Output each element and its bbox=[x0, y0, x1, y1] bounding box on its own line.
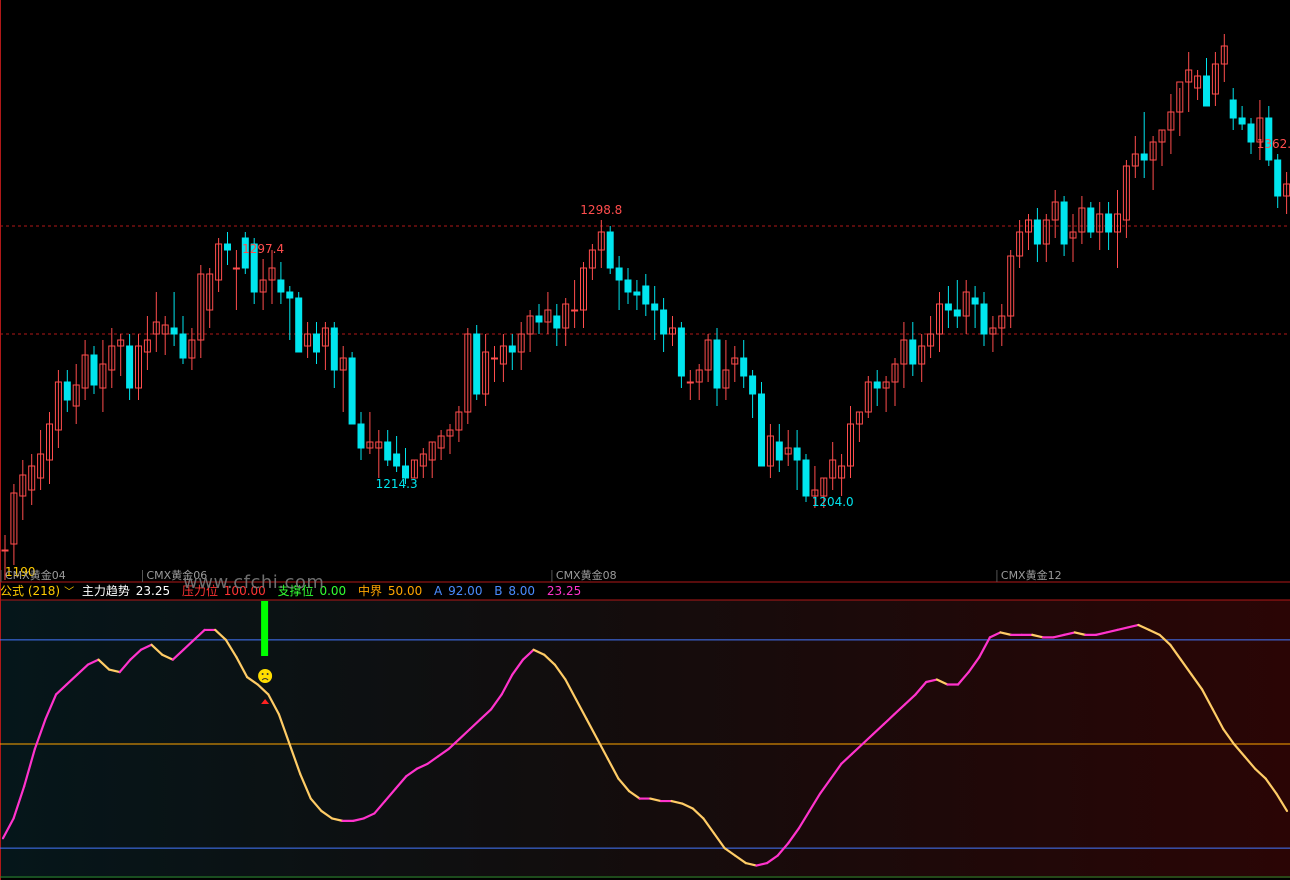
candle-body bbox=[357, 423, 365, 449]
smiley-eye bbox=[266, 673, 269, 675]
contract-label: CMX黄金04 bbox=[5, 568, 66, 582]
candle-body bbox=[971, 297, 979, 305]
candle-body bbox=[873, 381, 881, 389]
smiley-icon bbox=[258, 669, 273, 683]
a-value: 92.00 bbox=[448, 584, 483, 598]
candle-body bbox=[944, 303, 952, 311]
candle-body bbox=[1, 549, 9, 552]
b-value: 8.00 bbox=[508, 584, 536, 598]
candle-body bbox=[224, 243, 231, 251]
candle-body bbox=[313, 333, 320, 353]
candle-body bbox=[758, 393, 765, 467]
candle-body bbox=[1274, 159, 1282, 197]
candle-body bbox=[286, 291, 294, 299]
signal-bar bbox=[261, 601, 269, 656]
candle-body bbox=[980, 303, 988, 335]
candle-body bbox=[1238, 117, 1246, 125]
candle-body bbox=[953, 309, 961, 317]
candle-body bbox=[491, 357, 498, 360]
candle-body bbox=[677, 327, 685, 377]
candle-body bbox=[909, 339, 917, 365]
candle-body bbox=[126, 345, 134, 389]
price-extreme-label: 1204.0 bbox=[812, 495, 854, 509]
a-label: A bbox=[434, 584, 443, 598]
candle-body bbox=[1087, 207, 1095, 233]
candle-body bbox=[508, 345, 516, 353]
candle-body bbox=[384, 441, 392, 461]
candle-body bbox=[330, 327, 338, 371]
candle-body bbox=[170, 327, 178, 335]
candle-body bbox=[793, 447, 801, 461]
price-extreme-label: 1214.3 bbox=[376, 477, 418, 491]
watermark-text: www.cfchi.com bbox=[183, 572, 325, 593]
candle-body bbox=[571, 309, 579, 312]
candle-body bbox=[802, 459, 810, 497]
candle-body bbox=[651, 303, 659, 311]
candle-body bbox=[179, 333, 187, 359]
trend-label: 主力趋势 bbox=[81, 584, 130, 598]
price-extreme-label: 1297.4 bbox=[242, 242, 284, 256]
candle-body bbox=[1105, 213, 1113, 233]
candle-body bbox=[606, 231, 614, 269]
candle-body bbox=[1140, 153, 1148, 161]
kline-chart[interactable]: 1297.41298.81362.41214.31204.01190CMX黄金0… bbox=[0, 0, 1290, 880]
price-extreme-label: 1362.4 bbox=[1257, 137, 1290, 151]
candle-body bbox=[553, 315, 561, 329]
candle-body bbox=[1247, 123, 1255, 143]
candle-body bbox=[749, 375, 757, 395]
candle-body bbox=[713, 339, 721, 389]
candle-body bbox=[232, 267, 240, 270]
candle-body bbox=[775, 441, 783, 461]
smiley-eye bbox=[261, 673, 264, 675]
trend-value: 23.25 bbox=[135, 584, 171, 598]
candle-body bbox=[393, 453, 401, 467]
candle-body bbox=[1229, 99, 1237, 119]
candle-body bbox=[90, 354, 98, 386]
b-label: B bbox=[494, 584, 503, 598]
formula-selector[interactable]: 公式 (218) ﹀ bbox=[0, 584, 80, 598]
candle-body bbox=[473, 333, 481, 395]
candle-body bbox=[535, 315, 543, 323]
formula-label: 公式 (218) bbox=[0, 584, 61, 598]
candle-body bbox=[1203, 75, 1210, 107]
candle-body bbox=[295, 297, 303, 353]
candle-body bbox=[740, 357, 748, 377]
mid-value: 50.00 bbox=[387, 584, 423, 598]
candle-body bbox=[660, 309, 668, 335]
chart-canvas: 1297.41298.81362.41214.31204.01190CMX黄金0… bbox=[0, 0, 1290, 880]
candle-body bbox=[686, 381, 694, 384]
candle-body bbox=[63, 381, 71, 401]
contract-label: CMX黄金12 bbox=[1001, 568, 1062, 582]
candle-body bbox=[277, 279, 285, 293]
candle-body bbox=[348, 357, 356, 425]
last-value: 23.25 bbox=[546, 584, 582, 598]
contract-label: CMX黄金08 bbox=[556, 568, 617, 582]
candle-body bbox=[624, 279, 632, 293]
candle-body bbox=[642, 285, 650, 305]
chevron-down-icon[interactable]: ﹀ bbox=[64, 585, 74, 601]
price-extreme-label: 1298.8 bbox=[580, 203, 622, 217]
mid-label: 中界 bbox=[358, 584, 383, 598]
candle-body bbox=[1060, 201, 1068, 245]
candle-body bbox=[1033, 219, 1041, 245]
candle-body bbox=[615, 267, 623, 281]
candle-body bbox=[633, 291, 641, 296]
